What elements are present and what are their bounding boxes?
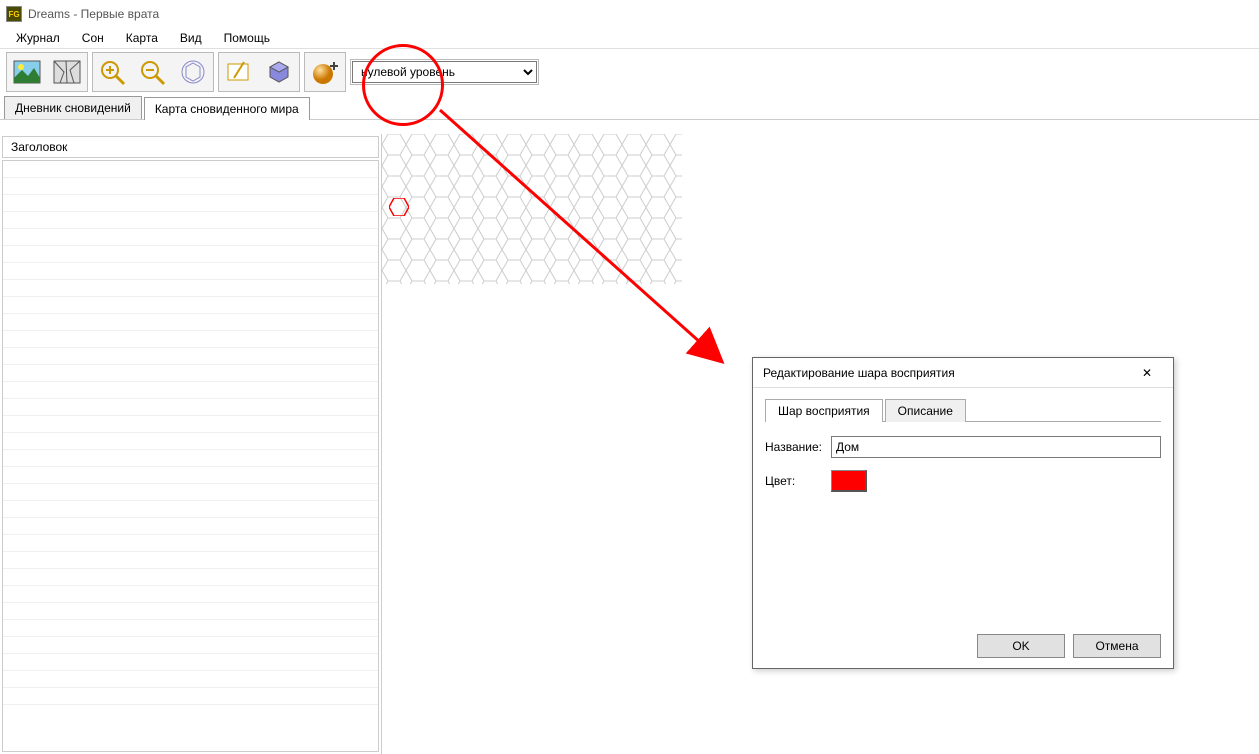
app-icon: FG — [6, 6, 22, 22]
sphere-add-icon[interactable] — [306, 54, 344, 90]
picture-icon[interactable] — [8, 54, 46, 90]
level-dropdown[interactable]: нулевой уровень — [352, 61, 537, 83]
zoom-in-icon[interactable] — [94, 54, 132, 90]
menu-help[interactable]: Помощь — [214, 29, 280, 47]
dialog-titlebar[interactable]: Редактирование шара восприятия ✕ — [753, 358, 1173, 388]
name-input[interactable] — [831, 436, 1161, 458]
tab-description[interactable]: Описание — [885, 399, 966, 422]
cracked-icon[interactable] — [48, 54, 86, 90]
cancel-button[interactable]: Отмена — [1073, 634, 1161, 658]
tab-dream-diary[interactable]: Дневник сновидений — [4, 96, 142, 119]
hex-3d-icon[interactable] — [260, 54, 298, 90]
list-header-title[interactable]: Заголовок — [2, 136, 379, 158]
name-label: Название: — [765, 440, 831, 454]
dialog-tabs: Шар восприятия Описание — [765, 398, 1161, 422]
edit-icon[interactable] — [220, 54, 258, 90]
dialog-close-button[interactable]: ✕ — [1125, 359, 1169, 387]
hex-grid-icon[interactable] — [174, 54, 212, 90]
tab-dream-map[interactable]: Карта сновиденного мира — [144, 97, 310, 120]
tab-perception-sphere[interactable]: Шар восприятия — [765, 399, 883, 422]
menu-bar: Журнал Сон Карта Вид Помощь — [0, 28, 1259, 48]
selected-hex-marker — [389, 198, 409, 216]
title-bar: FG Dreams - Первые врата — [0, 0, 1259, 28]
menu-view[interactable]: Вид — [170, 29, 212, 47]
close-icon: ✕ — [1142, 366, 1152, 380]
list-body[interactable] — [2, 160, 379, 752]
edit-sphere-dialog: Редактирование шара восприятия ✕ Шар вос… — [752, 357, 1174, 669]
toolbar: нулевой уровень — [0, 48, 1259, 94]
menu-map[interactable]: Карта — [116, 29, 168, 47]
document-tabs: Дневник сновидений Карта сновиденного ми… — [0, 94, 1259, 120]
hex-grid-background — [382, 134, 682, 284]
window-title: Dreams - Первые врата — [28, 7, 159, 21]
color-picker[interactable] — [831, 470, 867, 492]
zoom-out-icon[interactable] — [134, 54, 172, 90]
menu-dream[interactable]: Сон — [72, 29, 114, 47]
sidebar: Заголовок — [0, 134, 382, 754]
ok-button[interactable]: OK — [977, 634, 1065, 658]
menu-journal[interactable]: Журнал — [6, 29, 70, 47]
color-label: Цвет: — [765, 474, 831, 488]
dialog-title: Редактирование шара восприятия — [763, 366, 955, 380]
